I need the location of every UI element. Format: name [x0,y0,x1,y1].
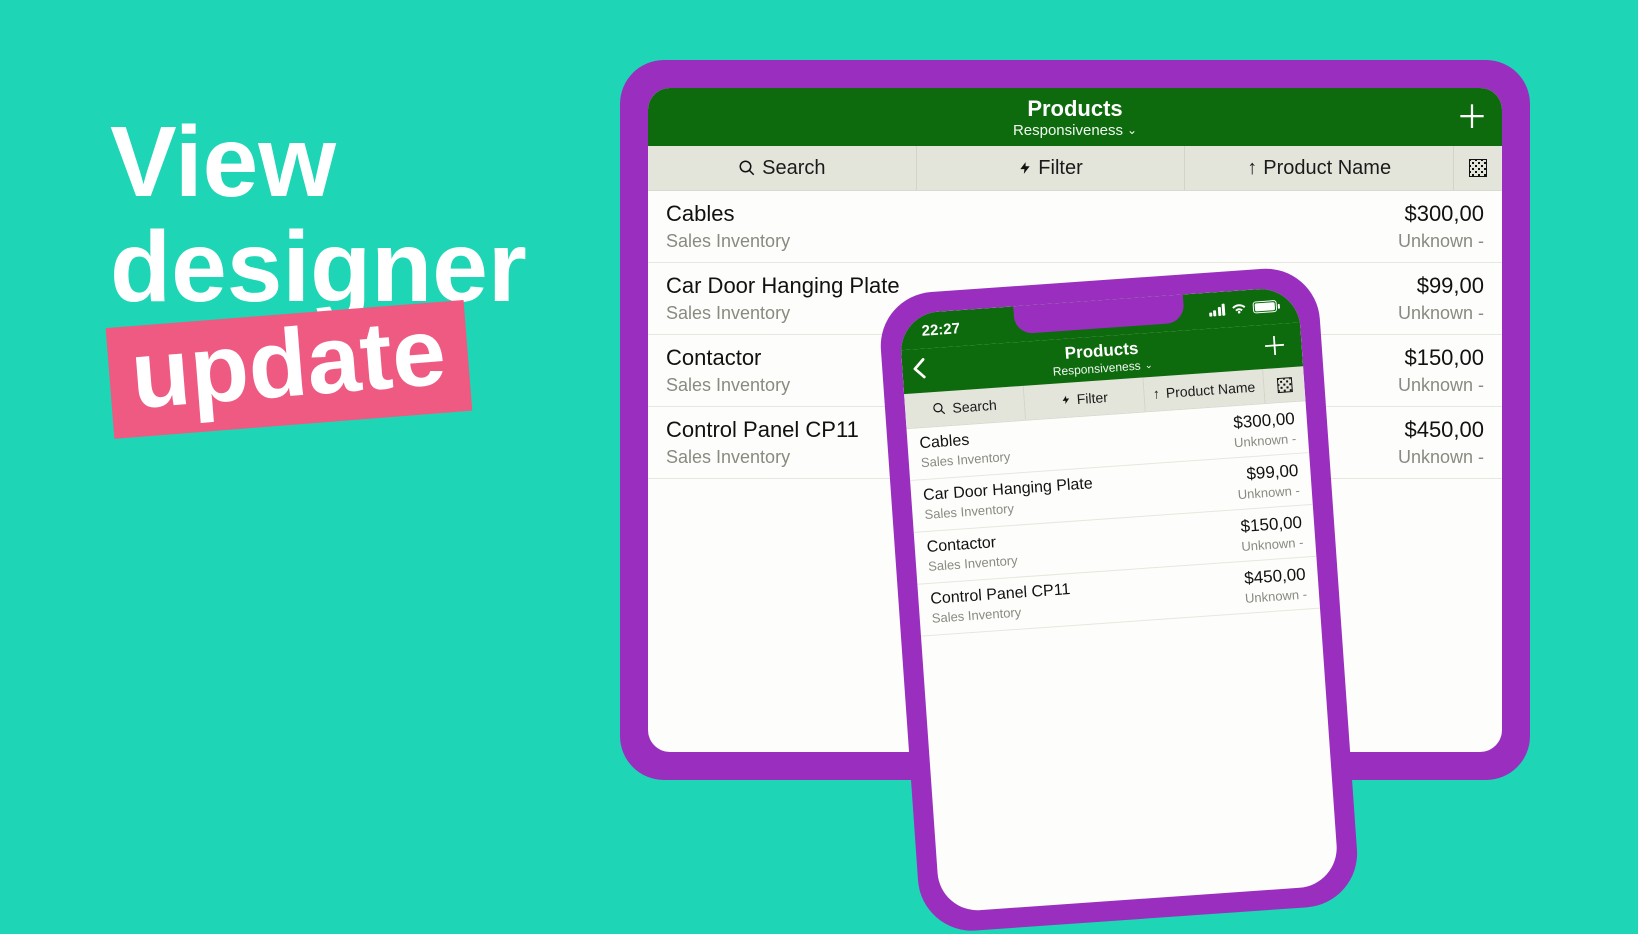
phone-product-list: CablesSales Inventory $300,00Unknown - C… [907,401,1340,913]
tablet-header-title: Products [1027,96,1122,122]
filter-button[interactable]: Filter [917,146,1186,190]
add-button[interactable]: ＋ [1261,332,1289,360]
chevron-down-icon: ⌄ [1127,123,1137,137]
back-button[interactable] [911,355,927,387]
signal-icon [1208,304,1225,317]
promo-headline: View designer update [110,110,527,439]
headline-line1: View [110,110,527,215]
arrow-up-icon: ↑ [1247,157,1257,180]
qr-icon [1469,159,1487,177]
statusbar-time: 22:27 [921,320,960,340]
tablet-app-header: Products Responsiveness ⌄ ＋ [648,88,1502,146]
bolt-icon [1060,393,1071,408]
tablet-toolbar: Search Filter ↑ Product Name [648,146,1502,191]
search-icon [932,401,947,416]
phone-frame: 22:27 Products Responsiveness ⌄ ＋ [877,265,1361,934]
qr-scan-button[interactable] [1263,366,1305,403]
sort-button[interactable]: ↑ Product Name [1185,146,1454,190]
list-item[interactable]: CablesSales Inventory $300,00Unknown - [648,191,1502,263]
headline-badge: update [106,300,472,439]
search-icon [738,159,756,177]
tablet-header-subtitle[interactable]: Responsiveness ⌄ [1013,122,1137,139]
arrow-up-icon: ↑ [1152,385,1160,401]
wifi-icon [1230,301,1247,317]
qr-scan-button[interactable] [1454,146,1502,190]
headline-line2: designer [110,215,527,320]
chevron-down-icon: ⌄ [1144,359,1153,371]
search-button[interactable]: Search [648,146,917,190]
battery-icon [1252,300,1277,314]
qr-icon [1276,377,1292,393]
add-button[interactable]: ＋ [1456,101,1488,133]
phone-screen: 22:27 Products Responsiveness ⌄ ＋ [898,286,1339,912]
bolt-icon [1018,159,1032,177]
